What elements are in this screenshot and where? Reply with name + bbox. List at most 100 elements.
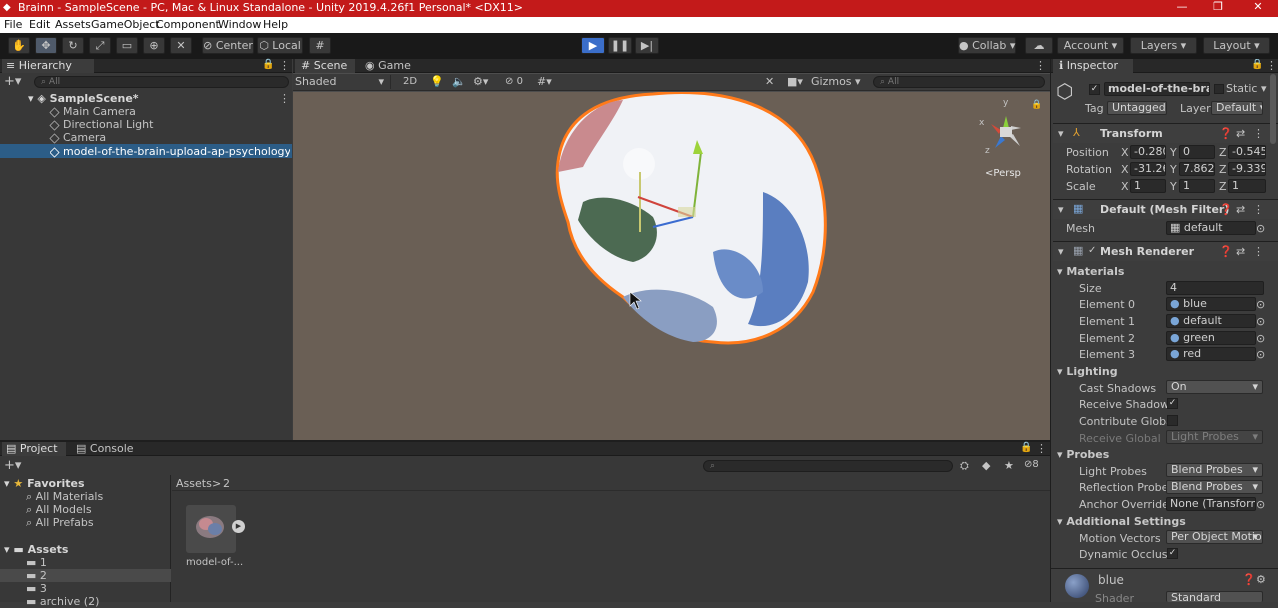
object-picker-icon[interactable]: ⊙ <box>1256 298 1265 311</box>
help-icon[interactable]: ❓ <box>1219 127 1233 140</box>
grid-snap-icon[interactable]: # <box>309 37 331 54</box>
shading-mode-dropdown[interactable]: Shaded ▾ <box>295 75 391 89</box>
gizmo-lock-icon[interactable]: 🔒 <box>1031 100 1042 110</box>
brain-model-render[interactable] <box>293 92 1050 440</box>
mesh-renderer-enabled-checkbox[interactable]: ✓ <box>1088 245 1096 256</box>
rotation-y-input[interactable]: 7.862 <box>1179 162 1215 176</box>
tab-hierarchy[interactable]: ≡ Hierarchy <box>2 59 94 73</box>
material-object-field[interactable]: ● default <box>1166 314 1256 328</box>
transform-header[interactable]: ▾ ⅄ Transform ❓ ⇄ ⋮ <box>1053 123 1278 143</box>
pivot-center-button[interactable]: ⊘ Center <box>202 37 254 54</box>
effects-toggle-icon[interactable]: ⚙▾ <box>473 75 488 88</box>
pause-button[interactable]: ❚❚ <box>608 37 632 54</box>
mesh-object-field[interactable]: ▦ default <box>1166 221 1256 235</box>
reflection-probes-dropdown[interactable]: Blend Probes ▾ <box>1166 480 1263 494</box>
component-menu-icon[interactable]: ⋮ <box>1253 203 1264 216</box>
minimize-button[interactable]: — <box>1164 0 1200 14</box>
favorite-item[interactable]: ⌕ All Materials <box>26 490 103 503</box>
collab-dropdown[interactable]: ● Collab ▾ <box>958 37 1016 54</box>
hidden-objects-toggle[interactable]: ⊘ 0 <box>505 76 523 87</box>
camera-dropdown-icon[interactable]: ■▾ <box>787 75 803 88</box>
custom-tool-icon[interactable]: ✕ <box>170 37 192 54</box>
preview-play-icon[interactable]: ▶ <box>232 520 245 533</box>
lock-icon[interactable]: 🔒 <box>1251 59 1263 70</box>
favorite-star-icon[interactable]: ★ <box>1004 459 1014 472</box>
layout-dropdown[interactable]: Layout ▾ <box>1203 37 1270 54</box>
maximize-button[interactable]: ❐ <box>1200 0 1236 14</box>
scale-x-input[interactable]: 1 <box>1130 179 1166 193</box>
close-button[interactable]: ✕ <box>1240 0 1276 14</box>
scene-menu-icon[interactable]: ⋮ <box>279 92 290 105</box>
object-picker-icon[interactable]: ⊙ <box>1256 222 1265 235</box>
hierarchy-item[interactable]: Main Camera <box>49 105 136 118</box>
create-button[interactable]: +▾ <box>4 459 21 472</box>
add-button[interactable]: +▾ <box>4 75 21 88</box>
hierarchy-item-selected[interactable]: model-of-the-brain-upload-ap-psychology(… <box>50 145 290 158</box>
tab-console[interactable]: ▤ Console <box>72 442 136 456</box>
probes-foldout[interactable]: ▾ Probes <box>1057 448 1109 461</box>
scene-root-item[interactable]: ▾ ◈ SampleScene* <box>28 92 139 105</box>
preset-icon[interactable]: ⇄ <box>1236 203 1245 216</box>
material-object-field[interactable]: ● green <box>1166 331 1256 345</box>
object-name-input[interactable]: model-of-the-brain <box>1104 82 1210 96</box>
object-picker-icon[interactable]: ⊙ <box>1256 498 1265 511</box>
2d-toggle[interactable]: 2D <box>403 76 417 87</box>
light-probes-dropdown[interactable]: Blend Probes ▾ <box>1166 463 1263 477</box>
play-button[interactable]: ▶ <box>581 37 605 54</box>
tab-project[interactable]: ▤ Project <box>2 442 66 456</box>
scale-z-input[interactable]: 1 <box>1228 179 1266 193</box>
menu-file[interactable]: File <box>4 17 22 32</box>
mesh-renderer-header[interactable]: ▾ ▦ ✓ Mesh Renderer ❓ ⇄ ⋮ <box>1053 241 1278 261</box>
menu-kebab-icon[interactable]: ⋮ <box>279 59 290 72</box>
static-checkbox[interactable] <box>1214 84 1224 94</box>
tab-game[interactable]: ◉ Game <box>361 59 421 73</box>
help-icon[interactable]: ❓ <box>1219 245 1233 258</box>
position-y-input[interactable]: 0 <box>1179 145 1215 159</box>
asset-label[interactable]: model-of-... <box>186 556 243 569</box>
audio-toggle-icon[interactable]: 🔈 <box>452 75 466 88</box>
assets-foldout[interactable]: ▾ ▬ Assets <box>4 543 68 556</box>
menu-window[interactable]: Window <box>218 17 261 32</box>
tab-inspector[interactable]: ℹ Inspector <box>1053 59 1133 73</box>
folder-item[interactable]: ▬ 3 <box>26 582 47 595</box>
lighting-foldout[interactable]: ▾ Lighting <box>1057 365 1118 378</box>
tag-dropdown[interactable]: Untagged ▾ <box>1107 101 1167 115</box>
menu-help[interactable]: Help <box>263 17 288 32</box>
rotate-tool-icon[interactable]: ↻ <box>62 37 84 54</box>
favorites-foldout[interactable]: ▾ ★ Favorites <box>4 477 85 490</box>
contribute-gi-checkbox[interactable] <box>1167 415 1178 426</box>
component-menu-icon[interactable]: ⋮ <box>1253 245 1264 258</box>
position-z-input[interactable]: -0.545 <box>1228 145 1266 159</box>
layer-dropdown[interactable]: Default ▾ <box>1211 101 1263 115</box>
project-menu-icon[interactable]: ⋮ <box>1036 442 1047 455</box>
transform-tool-icon[interactable]: ⊕ <box>143 37 165 54</box>
tools-icon[interactable]: ✕ <box>765 75 774 88</box>
menu-gameobject[interactable]: GameObject <box>91 17 160 32</box>
scene-search-input[interactable]: ⌕ All <box>873 76 1045 88</box>
scene-viewport[interactable]: y x z <Persp 🔒 <box>293 92 1050 440</box>
materials-size-input[interactable]: 4 <box>1166 281 1264 295</box>
mesh-filter-header[interactable]: ▾ ▦ Default (Mesh Filter) ❓ ⇄ ⋮ <box>1053 199 1278 219</box>
gizmos-dropdown[interactable]: Gizmos ▾ <box>811 75 867 89</box>
breadcrumb-assets[interactable]: Assets <box>176 477 212 490</box>
filter-type-icon[interactable]: ⛭ <box>960 459 969 473</box>
scale-tool-icon[interactable]: ⤢ <box>89 37 111 54</box>
dynamic-occlusion-checkbox[interactable]: ✓ <box>1167 548 1178 559</box>
preset-icon[interactable]: ⇄ <box>1236 245 1245 258</box>
menu-component[interactable]: Component <box>156 17 220 32</box>
step-button[interactable]: ▶| <box>635 37 659 54</box>
hierarchy-item[interactable]: Camera <box>49 131 106 144</box>
lock-icon[interactable]: 🔒 <box>1020 442 1032 453</box>
material-object-field[interactable]: ● red <box>1166 347 1256 361</box>
filter-label-icon[interactable]: ◆ <box>982 459 990 472</box>
breadcrumb-current[interactable]: 2 <box>223 477 230 490</box>
inspector-menu-icon[interactable]: ⋮ <box>1266 59 1277 72</box>
receive-shadows-checkbox[interactable]: ✓ <box>1167 398 1178 409</box>
active-checkbox[interactable]: ✓ <box>1089 84 1100 95</box>
tab-scene[interactable]: # Scene <box>295 59 355 73</box>
inspector-scrollbar[interactable] <box>1270 74 1276 144</box>
anchor-override-field[interactable]: None (Transform <box>1166 497 1256 511</box>
menu-edit[interactable]: Edit <box>29 17 50 32</box>
menu-assets[interactable]: Assets <box>55 17 91 32</box>
object-picker-icon[interactable]: ⊙ <box>1256 348 1265 361</box>
